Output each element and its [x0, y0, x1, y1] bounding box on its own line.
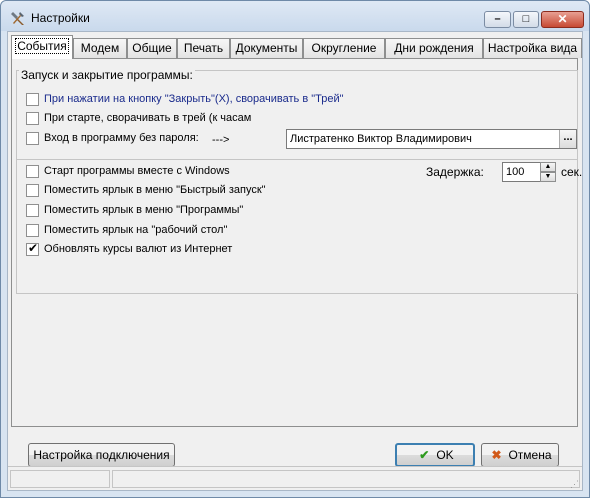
maximize-icon: □ — [522, 13, 530, 25]
tab-modem[interactable]: Модем — [73, 38, 127, 58]
arrow-label: ---> — [212, 134, 230, 146]
spin-up-icon[interactable]: ▲ — [540, 162, 556, 172]
checkbox[interactable] — [26, 93, 39, 106]
minimize-icon: – — [494, 13, 501, 25]
separator — [16, 159, 578, 160]
status-pane — [112, 470, 580, 488]
window-title: Настройки — [31, 11, 90, 25]
x-icon: ✖ — [491, 448, 502, 462]
tab-documents[interactable]: Документы — [230, 38, 303, 58]
check-icon: ✔ — [419, 448, 430, 462]
resize-grip-icon[interactable]: ⋰ — [570, 479, 580, 489]
connection-settings-button[interactable]: Настройка подключения — [28, 443, 175, 467]
checkbox[interactable] — [26, 204, 39, 217]
default-user-field[interactable]: Листратенко Виктор Владимирович ... — [286, 129, 577, 149]
tab-print[interactable]: Печать — [177, 38, 230, 58]
delay-unit: сек. — [561, 165, 583, 179]
close-icon: ✕ — [557, 12, 568, 26]
checkbox[interactable] — [26, 132, 39, 145]
status-bar: ⋰ — [8, 466, 582, 491]
cancel-button[interactable]: ✖ Отмена — [481, 443, 559, 467]
delay-input[interactable]: 100 — [502, 162, 541, 182]
tab-birthdays[interactable]: Дни рождения — [385, 38, 483, 58]
close-button[interactable]: ✕ — [541, 11, 584, 28]
minimize-button[interactable]: – — [484, 11, 511, 28]
spin-down-icon[interactable]: ▼ — [540, 172, 556, 182]
delay-label: Задержка: — [426, 165, 484, 179]
checkbox[interactable] — [26, 184, 39, 197]
checkbox[interactable] — [26, 165, 39, 178]
tab-view-settings[interactable]: Настройка вида — [483, 38, 582, 58]
tab-events[interactable]: События — [11, 35, 73, 59]
ok-button[interactable]: ✔ OK — [395, 443, 475, 467]
maximize-button[interactable]: □ — [513, 11, 539, 28]
checkbox[interactable] — [26, 112, 39, 125]
delay-spinner: ▲ ▼ — [540, 162, 556, 182]
title-bar: Настройки – □ ✕ — [1, 1, 589, 31]
tab-general[interactable]: Общие — [127, 38, 177, 58]
tab-rounding[interactable]: Округление — [303, 38, 385, 58]
settings-window: Настройки – □ ✕ События Модем Общие Печа… — [0, 0, 590, 498]
browse-button[interactable]: ... — [559, 130, 576, 148]
group-title: Запуск и закрытие программы: — [19, 68, 195, 82]
dialog-client: События Модем Общие Печать Документы Окр… — [7, 31, 583, 491]
checkbox-checked[interactable]: ✔ — [26, 241, 39, 256]
events-tab-panel: Запуск и закрытие программы: При нажатии… — [11, 58, 582, 427]
tools-icon — [11, 12, 24, 25]
status-pane — [10, 470, 110, 488]
checkbox[interactable] — [26, 224, 39, 237]
checkmark-icon: ✔ — [28, 241, 39, 255]
